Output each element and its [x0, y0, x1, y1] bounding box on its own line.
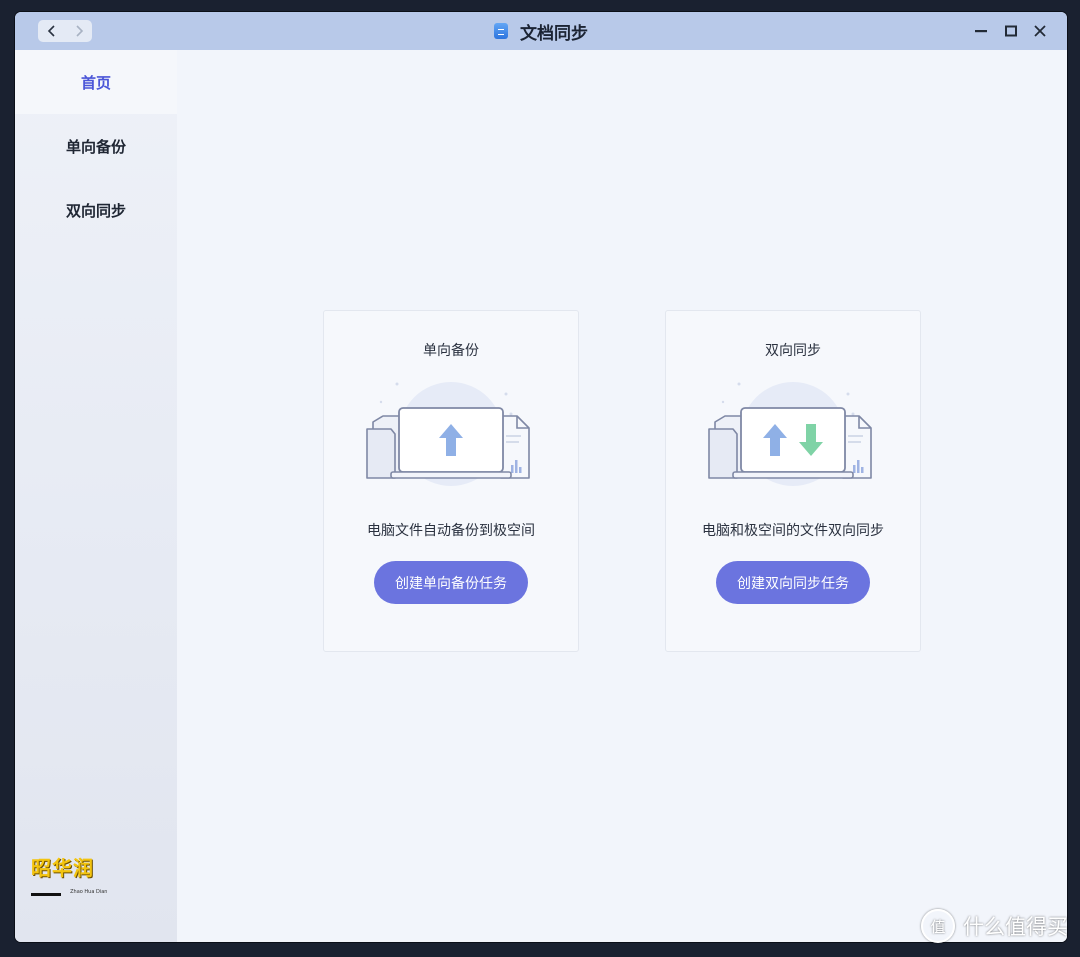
- brand-logo: 昭华润 Zhao Hua Dian: [31, 852, 107, 900]
- one-way-backup-card: 单向备份 电脑文件自动备份到极空间 创建单向备份任务: [323, 310, 579, 652]
- laptop-sync-icon: [708, 382, 872, 486]
- watermark-symbol: 值: [921, 909, 955, 943]
- watermark: 值 什么值得买: [921, 909, 1068, 943]
- logo-underline: [31, 893, 61, 896]
- sidebar-item-one-way-backup[interactable]: 单向备份: [15, 114, 177, 178]
- app-window: 文档同步 首页 单向备份 双向同步 昭华润 Zhao Hua Dian 单向备份…: [15, 12, 1067, 942]
- main-content: 单向备份 电脑文件自动备份到极空间 创建单向备份任务 双向同步 电脑和极空间的文…: [177, 50, 1067, 942]
- minimize-button[interactable]: [970, 20, 992, 42]
- title-area: 文档同步: [15, 12, 1067, 50]
- logo-text: 昭华润: [31, 856, 94, 880]
- maximize-button[interactable]: [1000, 20, 1022, 42]
- minimize-icon: [975, 30, 987, 33]
- card-title: 双向同步: [765, 343, 821, 359]
- back-button[interactable]: [38, 20, 65, 42]
- sidebar-item-label: 首页: [80, 73, 111, 92]
- forward-button[interactable]: [65, 20, 92, 42]
- card-description: 电脑文件自动备份到极空间: [367, 523, 535, 539]
- create-two-way-sync-button[interactable]: 创建双向同步任务: [716, 561, 870, 604]
- watermark-text: 什么值得买: [963, 915, 1068, 939]
- card-title: 单向备份: [423, 343, 479, 359]
- sidebar: 首页 单向备份 双向同步 昭华润 Zhao Hua Dian: [15, 50, 177, 942]
- app-icon: [494, 23, 508, 39]
- logo-subtitle: Zhao Hua Dian: [70, 888, 108, 895]
- sidebar-item-label: 单向备份: [65, 137, 126, 156]
- close-button[interactable]: [1029, 20, 1051, 42]
- nav-buttons: [38, 20, 92, 42]
- card-description: 电脑和极空间的文件双向同步: [702, 523, 884, 539]
- maximize-icon: [1005, 25, 1017, 37]
- close-icon: [1034, 25, 1046, 37]
- chevron-left-icon: [47, 25, 55, 37]
- laptop-upload-icon: [366, 382, 530, 486]
- two-way-sync-card: 双向同步 电脑和极空间的文件双向同步 创建双向同步任务: [665, 310, 921, 652]
- title-bar: 文档同步: [15, 12, 1067, 50]
- create-one-way-backup-button[interactable]: 创建单向备份任务: [374, 561, 528, 604]
- sidebar-item-label: 双向同步: [65, 201, 126, 220]
- chevron-right-icon: [75, 25, 83, 37]
- sidebar-item-two-way-sync[interactable]: 双向同步: [15, 178, 177, 242]
- window-title: 文档同步: [520, 23, 588, 44]
- sidebar-item-home[interactable]: 首页: [15, 50, 177, 114]
